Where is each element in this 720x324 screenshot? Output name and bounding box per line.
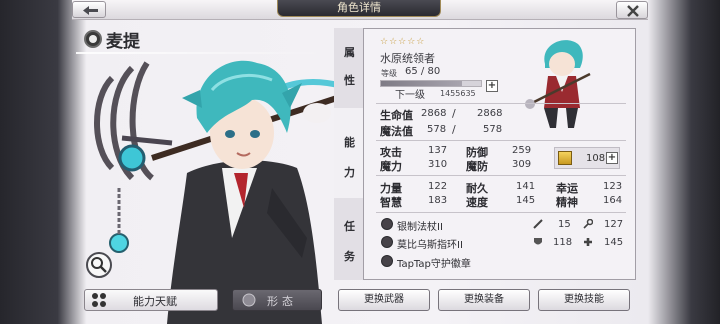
mp-label: 魔法值	[380, 125, 413, 138]
def-value: 259	[512, 145, 532, 156]
zoom-button[interactable]	[86, 252, 112, 278]
rarity-stars: ☆☆☆☆☆	[380, 37, 426, 47]
matk-value: 310	[428, 159, 448, 170]
divider	[376, 175, 626, 176]
character-name: 麦提	[106, 31, 140, 52]
spi-label: 精神	[556, 196, 578, 209]
ring-def: 118	[553, 237, 573, 248]
level-value: 65 / 80	[405, 66, 441, 77]
next-level-exp: 1455635	[440, 89, 476, 98]
close-button[interactable]	[616, 1, 648, 19]
weapon-atk: 15	[558, 219, 571, 230]
weapon-name[interactable]: 银制法杖II	[397, 218, 443, 233]
stat-points-icon	[558, 151, 572, 165]
end-value: 141	[516, 181, 536, 192]
tab-tasks-char-2: 务	[344, 250, 355, 263]
luck-value: 123	[603, 181, 623, 192]
divider	[376, 140, 626, 141]
next-level-label: 下一级	[395, 90, 425, 101]
game-screen: 角色详情 麦提 能力天赋 形态 属 性 能 力 任 务 ☆☆☆☆☆ 水原统领者 …	[0, 0, 720, 324]
badge-name[interactable]: TapTap守护徽章	[397, 255, 471, 270]
tab-abilities[interactable]: 能 力	[334, 108, 364, 198]
tab-abilities-char-2: 力	[344, 166, 355, 179]
element-icon	[84, 30, 102, 48]
divider	[376, 212, 626, 213]
wand-icon	[583, 219, 593, 229]
mdef-value: 309	[512, 159, 532, 170]
int-label: 智慧	[380, 196, 402, 209]
badge-icon	[381, 255, 393, 267]
spd-label: 速度	[466, 196, 488, 209]
form-button[interactable]: 形态	[232, 289, 322, 311]
search-icon	[91, 257, 107, 273]
shield-icon	[534, 238, 542, 245]
mp-current: 578	[427, 124, 447, 135]
talent-button[interactable]: 能力天赋	[84, 289, 218, 311]
matk-label: 魔力	[380, 160, 402, 173]
back-button[interactable]	[72, 1, 106, 18]
change-gear-button[interactable]: 更换装备	[438, 289, 530, 311]
tab-attributes[interactable]: 属 性	[334, 28, 364, 108]
level-label: 等级	[381, 69, 397, 78]
hp-label: 生命值	[380, 109, 413, 122]
back-arrow-icon	[83, 6, 98, 15]
tab-attributes-char-2: 性	[344, 74, 355, 87]
form-button-label: 形态	[267, 295, 297, 308]
mdef-label: 魔防	[466, 160, 488, 173]
character-artwork	[94, 60, 342, 324]
weapon-matk: 127	[604, 219, 624, 230]
ring-icon	[381, 236, 393, 248]
talent-grid-icon	[92, 293, 106, 307]
stat-points-value: 108	[586, 153, 606, 164]
sword-icon	[533, 219, 543, 229]
close-icon	[627, 5, 639, 17]
ring-mdef: 145	[604, 237, 624, 248]
name-underline	[76, 52, 326, 54]
tab-tasks[interactable]: 任 务	[334, 198, 364, 280]
cross-icon	[584, 238, 592, 246]
stat-points-add-button[interactable]: +	[606, 152, 618, 164]
tab-tasks-char-1: 任	[344, 220, 355, 233]
change-weapon-button[interactable]: 更换武器	[338, 289, 430, 311]
atk-value: 137	[428, 145, 448, 156]
chibi-character	[525, 40, 591, 128]
tab-attributes-char-1: 属	[344, 46, 355, 59]
tab-abilities-char-1: 能	[344, 136, 355, 149]
str-value: 122	[428, 181, 448, 192]
spi-value: 164	[603, 195, 623, 206]
int-value: 183	[428, 195, 448, 206]
weapon-icon	[381, 218, 393, 230]
hp-slash: /	[452, 107, 456, 120]
form-icon	[242, 293, 256, 307]
hp-max: 2868	[477, 108, 503, 119]
ring-name[interactable]: 莫比乌斯指环II	[397, 236, 463, 251]
mp-slash: /	[452, 123, 456, 136]
level-up-button[interactable]: +	[486, 80, 498, 92]
mp-max: 578	[483, 124, 503, 135]
page-title: 角色详情	[277, 0, 441, 17]
character-name-row: 麦提	[84, 28, 140, 52]
spd-value: 145	[516, 195, 536, 206]
job-title: 水原统领者	[380, 52, 435, 65]
divider	[376, 103, 626, 104]
hp-current: 2868	[421, 108, 447, 119]
change-skill-button[interactable]: 更换技能	[538, 289, 630, 311]
talent-button-label: 能力天赋	[133, 295, 177, 308]
